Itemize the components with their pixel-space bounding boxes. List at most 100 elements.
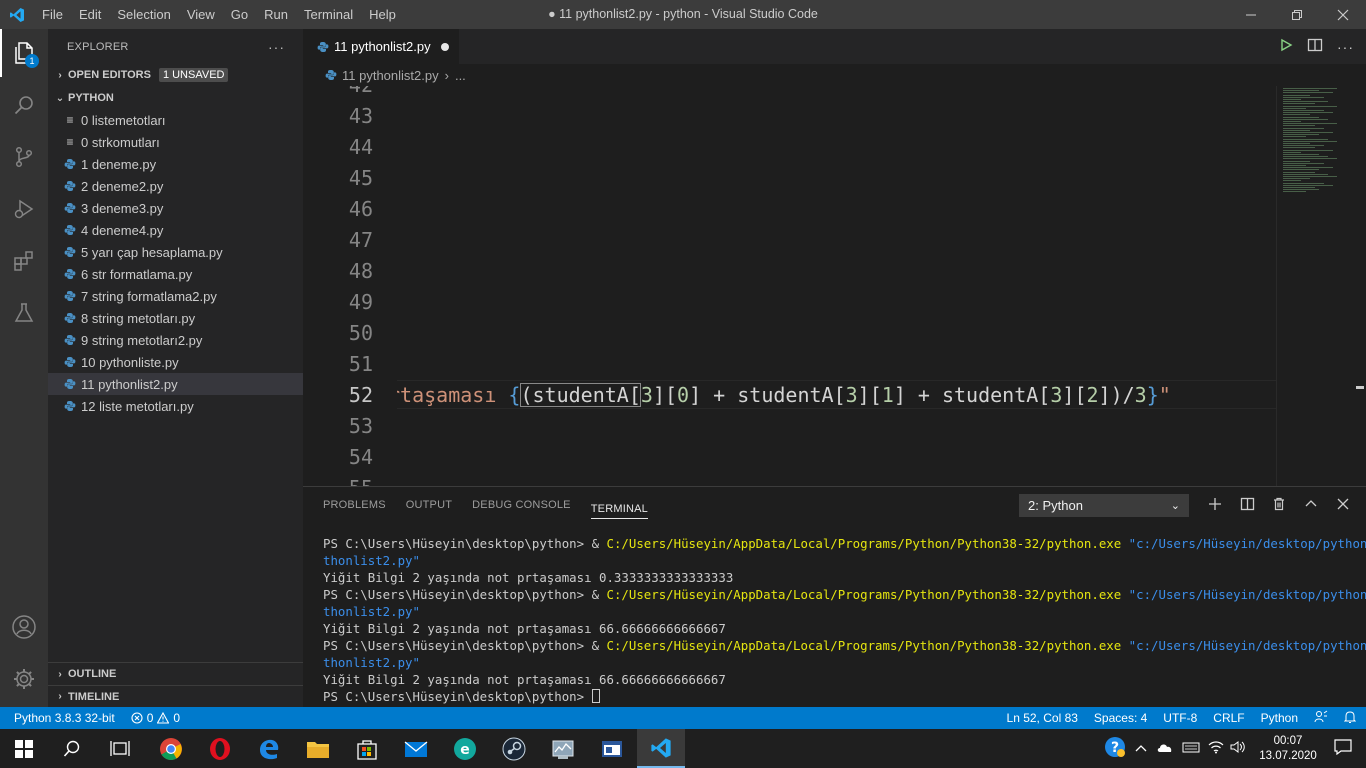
menu-view[interactable]: View	[179, 0, 223, 29]
terminal-select[interactable]: 2: Python ⌄	[1019, 494, 1189, 517]
accounts-activity[interactable]	[0, 603, 48, 651]
split-terminal-button[interactable]	[1238, 497, 1256, 514]
volume-icon[interactable]	[1230, 740, 1246, 757]
code-area[interactable]: rtaşaması {(studentA[3][0] + studentA[3]…	[397, 86, 1277, 486]
end-of-line[interactable]: CRLF	[1213, 711, 1244, 725]
breadcrumb-file[interactable]: 11 pythonlist2.py	[342, 68, 439, 83]
close-panel-button[interactable]	[1334, 497, 1352, 514]
file-item[interactable]: ≡ 0 strkomutları	[48, 131, 303, 153]
taskbar-file-explorer[interactable]	[294, 729, 342, 768]
taskbar-opera[interactable]	[196, 729, 244, 768]
file-item[interactable]: 9 string metotları2.py	[48, 329, 303, 351]
problems-status[interactable]: 0 0	[131, 711, 180, 725]
file-item[interactable]: 8 string metotları.py	[48, 307, 303, 329]
clock[interactable]: 00:07 13.07.2020	[1256, 734, 1320, 764]
file-item-label: 1 deneme.py	[81, 156, 157, 172]
minimap-line	[1283, 151, 1301, 153]
python-folder-section[interactable]: ⌄ PYTHON	[48, 87, 303, 109]
taskbar-edu-app[interactable]: e	[441, 729, 489, 768]
taskbar-app-window[interactable]	[588, 729, 636, 768]
file-item[interactable]: 3 deneme3.py	[48, 197, 303, 219]
run-debug-activity[interactable]	[0, 185, 48, 233]
file-item[interactable]: 1 deneme.py	[48, 153, 303, 175]
taskbar-mail[interactable]	[392, 729, 440, 768]
search-activity[interactable]	[0, 81, 48, 129]
taskbar-task-manager[interactable]	[539, 729, 587, 768]
menu-file[interactable]: File	[34, 0, 71, 29]
extensions-activity[interactable]	[0, 237, 48, 285]
minimap[interactable]	[1276, 86, 1356, 486]
string-fragment: rtaşaması	[397, 383, 509, 407]
language-mode[interactable]: Python	[1261, 711, 1298, 725]
file-item[interactable]: 7 string formatlama2.py	[48, 285, 303, 307]
search-icon	[14, 96, 33, 115]
code-editor[interactable]: 42 43 44 45 46 47 48 49 50 51 52 53 54 55 rtaşaması {…	[303, 86, 1366, 486]
file-item[interactable]: ≡ 0 listemetotları	[48, 109, 303, 131]
indentation[interactable]: Spaces: 4	[1094, 711, 1147, 725]
start-button[interactable]	[0, 729, 48, 768]
menu-run[interactable]: Run	[256, 0, 296, 29]
menu-help[interactable]: Help	[361, 0, 404, 29]
source-control-activity[interactable]	[0, 133, 48, 181]
open-editors-section[interactable]: › OPEN EDITORS 1 UNSAVED	[48, 64, 303, 86]
menu-edit[interactable]: Edit	[71, 0, 109, 29]
kill-terminal-button[interactable]	[1270, 497, 1288, 514]
more-editor-actions-button[interactable]: ···	[1337, 39, 1354, 55]
split-editor-button[interactable]	[1307, 38, 1323, 55]
file-item[interactable]: 10 pythonliste.py	[48, 351, 303, 373]
terminal-amp: &	[591, 638, 607, 653]
file-item[interactable]: 2 deneme2.py	[48, 175, 303, 197]
keyboard-language-icon[interactable]	[1182, 740, 1200, 757]
restore-button[interactable]	[1274, 0, 1320, 29]
tab-problems[interactable]: PROBLEMS	[323, 487, 386, 523]
tab-debug-console[interactable]: DEBUG CONSOLE	[472, 487, 571, 523]
timeline-section[interactable]: › TIMELINE	[48, 685, 303, 707]
tab-terminal[interactable]: TERMINAL	[590, 491, 648, 519]
line-number-gutter: 42 43 44 45 46 47 48 49 50 51 52 53 54 55	[303, 86, 373, 486]
onedrive-cloud-icon[interactable]	[1156, 741, 1174, 756]
menu-terminal[interactable]: Terminal	[296, 0, 361, 29]
close-window-button[interactable]	[1320, 0, 1366, 29]
manage-activity[interactable]	[0, 655, 48, 703]
notification-center-icon[interactable]	[1334, 739, 1352, 758]
testing-activity[interactable]	[0, 289, 48, 337]
taskbar-steam[interactable]	[490, 729, 538, 768]
encoding[interactable]: UTF-8	[1163, 711, 1197, 725]
minimize-button[interactable]	[1228, 0, 1274, 29]
taskbar-search-button[interactable]	[48, 729, 96, 768]
python-interpreter[interactable]: Python 3.8.3 32-bit	[14, 711, 115, 725]
editor-tab[interactable]: 11 pythonlist2.py	[303, 29, 459, 64]
file-item[interactable]: 11 pythonlist2.py	[48, 373, 303, 395]
maximize-panel-button[interactable]	[1302, 497, 1320, 514]
taskbar-store[interactable]	[343, 729, 391, 768]
taskbar-chrome[interactable]	[147, 729, 195, 768]
file-item[interactable]: 5 yarı çap hesaplama.py	[48, 241, 303, 263]
breadcrumb-more[interactable]: ...	[455, 68, 466, 83]
outline-section[interactable]: › OUTLINE	[48, 663, 303, 685]
feedback-icon[interactable]	[1314, 710, 1328, 727]
tab-output[interactable]: OUTPUT	[406, 487, 452, 523]
new-terminal-button[interactable]	[1206, 497, 1224, 514]
run-file-button[interactable]	[1279, 38, 1293, 55]
file-item[interactable]: 6 str formatlama.py	[48, 263, 303, 285]
more-actions-icon[interactable]: ···	[268, 39, 285, 55]
unsaved-dot-icon[interactable]	[440, 42, 449, 51]
terminal-output[interactable]: PS C:\Users\Hüseyin\desktop\python> & C:…	[323, 535, 1366, 705]
wifi-icon[interactable]	[1208, 740, 1224, 757]
taskbar-edge[interactable]	[245, 729, 293, 768]
notifications-bell-icon[interactable]	[1343, 710, 1357, 727]
file-item[interactable]: 12 liste metotları.py	[48, 395, 303, 417]
explorer-activity[interactable]: 1	[0, 29, 48, 77]
chevron-up-icon[interactable]	[1134, 742, 1148, 756]
cursor-position[interactable]: Ln 52, Col 83	[1007, 711, 1078, 725]
minimap-line	[1283, 176, 1337, 177]
line-number: 52	[348, 383, 373, 407]
menu-go[interactable]: Go	[223, 0, 256, 29]
code-line-52[interactable]: rtaşaması {(studentA[3][0] + studentA[3]…	[397, 380, 1171, 411]
file-item[interactable]: 4 deneme4.py	[48, 219, 303, 241]
menu-selection[interactable]: Selection	[109, 0, 178, 29]
code-token: ][	[652, 383, 678, 407]
task-view-button[interactable]	[96, 729, 144, 768]
help-icon[interactable]: ?	[1104, 736, 1126, 761]
taskbar-vscode[interactable]	[637, 729, 685, 768]
